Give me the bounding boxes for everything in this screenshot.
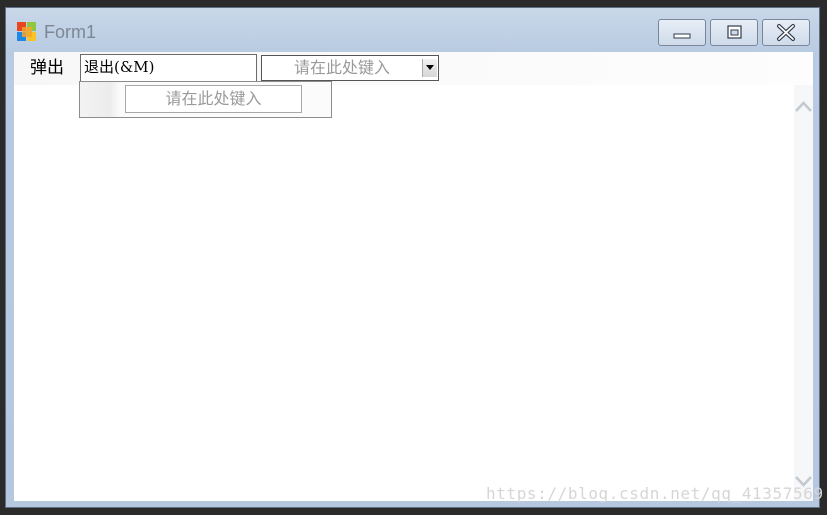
menu-textbox[interactable]: 退出(&M) [80,54,257,82]
windows-form-icon [17,22,37,42]
combobox-dropdown-button[interactable] [422,59,437,77]
minimize-icon [673,33,691,39]
maximize-icon [727,25,742,39]
minimize-button[interactable] [658,19,706,46]
chevron-down-icon [426,65,434,70]
close-icon [777,24,795,41]
vertical-scrollbar[interactable] [794,85,813,501]
combobox-placeholder: 请在此处键入 [293,58,390,77]
dropdown-type-here-input[interactable]: 请在此处键入 [125,85,302,113]
title-bar[interactable]: Form1 [6,8,819,52]
watermark-text: https://blog.csdn.net/qq_41357569 [486,484,824,503]
dropdown-menu: 请在此处键入 [79,81,332,118]
menu-item-popup[interactable]: 弹出 [22,54,72,82]
menu-combobox[interactable]: 请在此处键入 [261,55,439,81]
chevron-up-icon[interactable] [794,99,813,115]
window-title: Form1 [44,22,97,42]
client-area: 弹出 退出(&M) 请在此处键入 请在此处键入 [14,52,813,501]
app-window: Form1 弹出 退出(&M) 请在此处键入 请在此处键入 [5,7,820,508]
maximize-button[interactable] [710,19,758,46]
close-button[interactable] [762,19,810,46]
